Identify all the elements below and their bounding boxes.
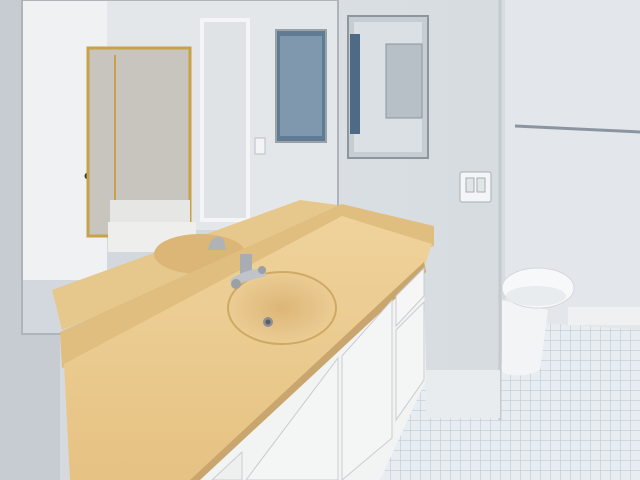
medicine-cabinet xyxy=(347,15,429,159)
bathroom-illustration xyxy=(0,0,640,480)
light-switch xyxy=(459,171,492,203)
wall-baseboard xyxy=(426,370,500,418)
reflected-shower xyxy=(86,46,196,252)
sink-basin xyxy=(227,271,337,345)
baseboard xyxy=(568,307,640,325)
bathroom-photo xyxy=(0,0,640,480)
